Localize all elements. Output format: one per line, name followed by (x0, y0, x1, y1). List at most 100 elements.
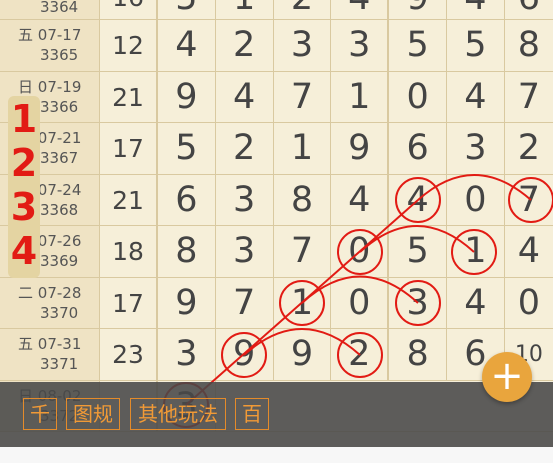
digit-cell: 5 (447, 20, 505, 71)
digit-cell: 5 (158, 0, 216, 19)
toolbar-other-modes-button[interactable]: 其他玩法 (130, 398, 226, 430)
digit-cell: 7 (216, 277, 274, 328)
digit-cell: 9 (331, 123, 390, 174)
digit-cell: 9 (274, 329, 332, 380)
table-row: 日 07-19 3366 21 9 4 7 1 0 4 7 (0, 71, 553, 123)
digit-cell: 3 (331, 20, 390, 71)
sum-cell: 23 (100, 329, 158, 380)
digit-cell: 7 (274, 71, 332, 122)
digit-cell: 2 (331, 329, 390, 380)
issue-number: 3369 (40, 252, 79, 270)
digit-cell: 3 (216, 174, 274, 225)
digit-cell: 3 (274, 20, 332, 71)
date-label: 07-26 (37, 232, 82, 250)
digit-cell: 6 (158, 174, 216, 225)
weekday-label: 五 (18, 26, 34, 44)
sum-cell: 21 (100, 174, 158, 225)
digit-cell: 7 (517, 76, 541, 117)
issue-number: 3366 (40, 97, 79, 116)
weekday-label: 日 (18, 77, 34, 96)
digit-cell: 4 (389, 174, 447, 225)
digit-cell: 0 (447, 174, 505, 225)
table-row: 三 07-24 3368 21 6 3 8 4 4 0 7 (0, 174, 553, 226)
sum-cell: 17 (100, 123, 158, 174)
issue-number: 3367 (40, 149, 79, 167)
digit-cell: 4 (517, 231, 541, 271)
weekday-label: 五 (18, 335, 34, 353)
table-row: 五 07-31 3371 23 3 9 9 2 8 6 10 (0, 329, 553, 381)
digit-cell: 4 (216, 71, 274, 122)
weekday-label: 二 (18, 283, 34, 302)
digit-cell: 2 (216, 20, 274, 71)
bottom-toolbar: 千 图规 其他玩法 百 (0, 382, 553, 447)
digit-cell: 9 (216, 329, 274, 380)
digit-cell: 1 (216, 0, 274, 19)
digit-cell: 1 (447, 226, 505, 277)
digit-cell: 2 (216, 123, 274, 174)
digit-cell: 8 (274, 174, 332, 225)
digit-cell: 5 (389, 226, 447, 277)
date-label: 07-19 (37, 77, 82, 96)
sum-cell: 21 (100, 71, 158, 122)
issue-number: 3370 (40, 303, 79, 322)
date-label: 07-17 (37, 26, 82, 44)
date-label: 07-24 (37, 180, 82, 199)
digit-cell: 0 (389, 71, 447, 122)
table-row: 二 07-28 3370 17 9 7 1 0 3 4 0 (0, 277, 553, 329)
date-label: 07-21 (37, 129, 82, 147)
digit-cell: 2 (274, 0, 332, 19)
rank-label: 4 (10, 229, 38, 273)
issue-number: 3364 (40, 0, 79, 16)
digit-cell: 4 (331, 174, 390, 225)
date-label: 07-28 (37, 283, 82, 302)
rank-label: 2 (10, 141, 38, 185)
issue-number: 3371 (40, 355, 79, 373)
digit-cell: 1 (274, 277, 332, 328)
date-label: 07-31 (37, 335, 82, 353)
digit-cell: 2 (517, 128, 541, 168)
issue-number: 3365 (40, 46, 79, 64)
bottom-strip (0, 447, 553, 463)
digit-cell: 0 (331, 277, 390, 328)
date-cell: 五 07-31 3371 (0, 329, 100, 380)
toolbar-hundred-button[interactable]: 百 (235, 398, 269, 430)
digit-cell: 5 (389, 20, 447, 71)
sum-cell: 16 (100, 0, 158, 19)
digit-cell: 8 (389, 329, 447, 380)
table-row: 五 07-17 3365 12 4 2 3 3 5 5 8 (0, 20, 553, 72)
rank-labels: 1 2 3 4 (8, 96, 40, 278)
toolbar-thousand-button[interactable]: 千 (23, 398, 57, 430)
rank-label: 1 (10, 97, 38, 141)
digit-cell: 0 (331, 226, 390, 277)
table-row: 四 07-26 3369 18 8 3 7 0 5 1 4 (0, 226, 553, 278)
digit-cell: 4 (447, 71, 505, 122)
sum-cell: 17 (100, 277, 158, 328)
add-button[interactable]: + (482, 352, 532, 402)
digit-cell: 6 (389, 123, 447, 174)
digit-cell: 4 (447, 0, 505, 19)
digit-cell: 1 (331, 71, 390, 122)
rank-label: 3 (10, 185, 38, 229)
digit-cell: 6 (505, 0, 553, 19)
digit-cell: 4 (331, 0, 390, 19)
digit-cell: 7 (517, 179, 541, 220)
digit-cell: 8 (517, 25, 541, 65)
digit-cell: 1 (274, 123, 332, 174)
digit-cell: 0 (517, 282, 541, 323)
date-cell: 3364 (0, 0, 100, 19)
digit-cell: 4 (447, 277, 505, 328)
digit-cell: 3 (447, 123, 505, 174)
digit-cell: 3 (216, 226, 274, 277)
table-row: 二 07-21 3367 17 5 2 1 9 6 3 2 (0, 123, 553, 175)
digit-cell: 8 (158, 226, 216, 277)
digit-cell: 7 (274, 226, 332, 277)
digit-cell: 4 (158, 20, 216, 71)
digit-cell: 9 (158, 277, 216, 328)
date-cell: 二 07-28 3370 (0, 277, 100, 328)
table-row: 3364 16 5 1 2 4 9 4 6 (0, 0, 553, 20)
date-cell: 五 07-17 3365 (0, 20, 100, 71)
digit-cell: 3 (158, 329, 216, 380)
digit-cell: 3 (389, 277, 447, 328)
issue-number: 3368 (40, 200, 79, 219)
toolbar-chart-rules-button[interactable]: 图规 (66, 398, 120, 430)
